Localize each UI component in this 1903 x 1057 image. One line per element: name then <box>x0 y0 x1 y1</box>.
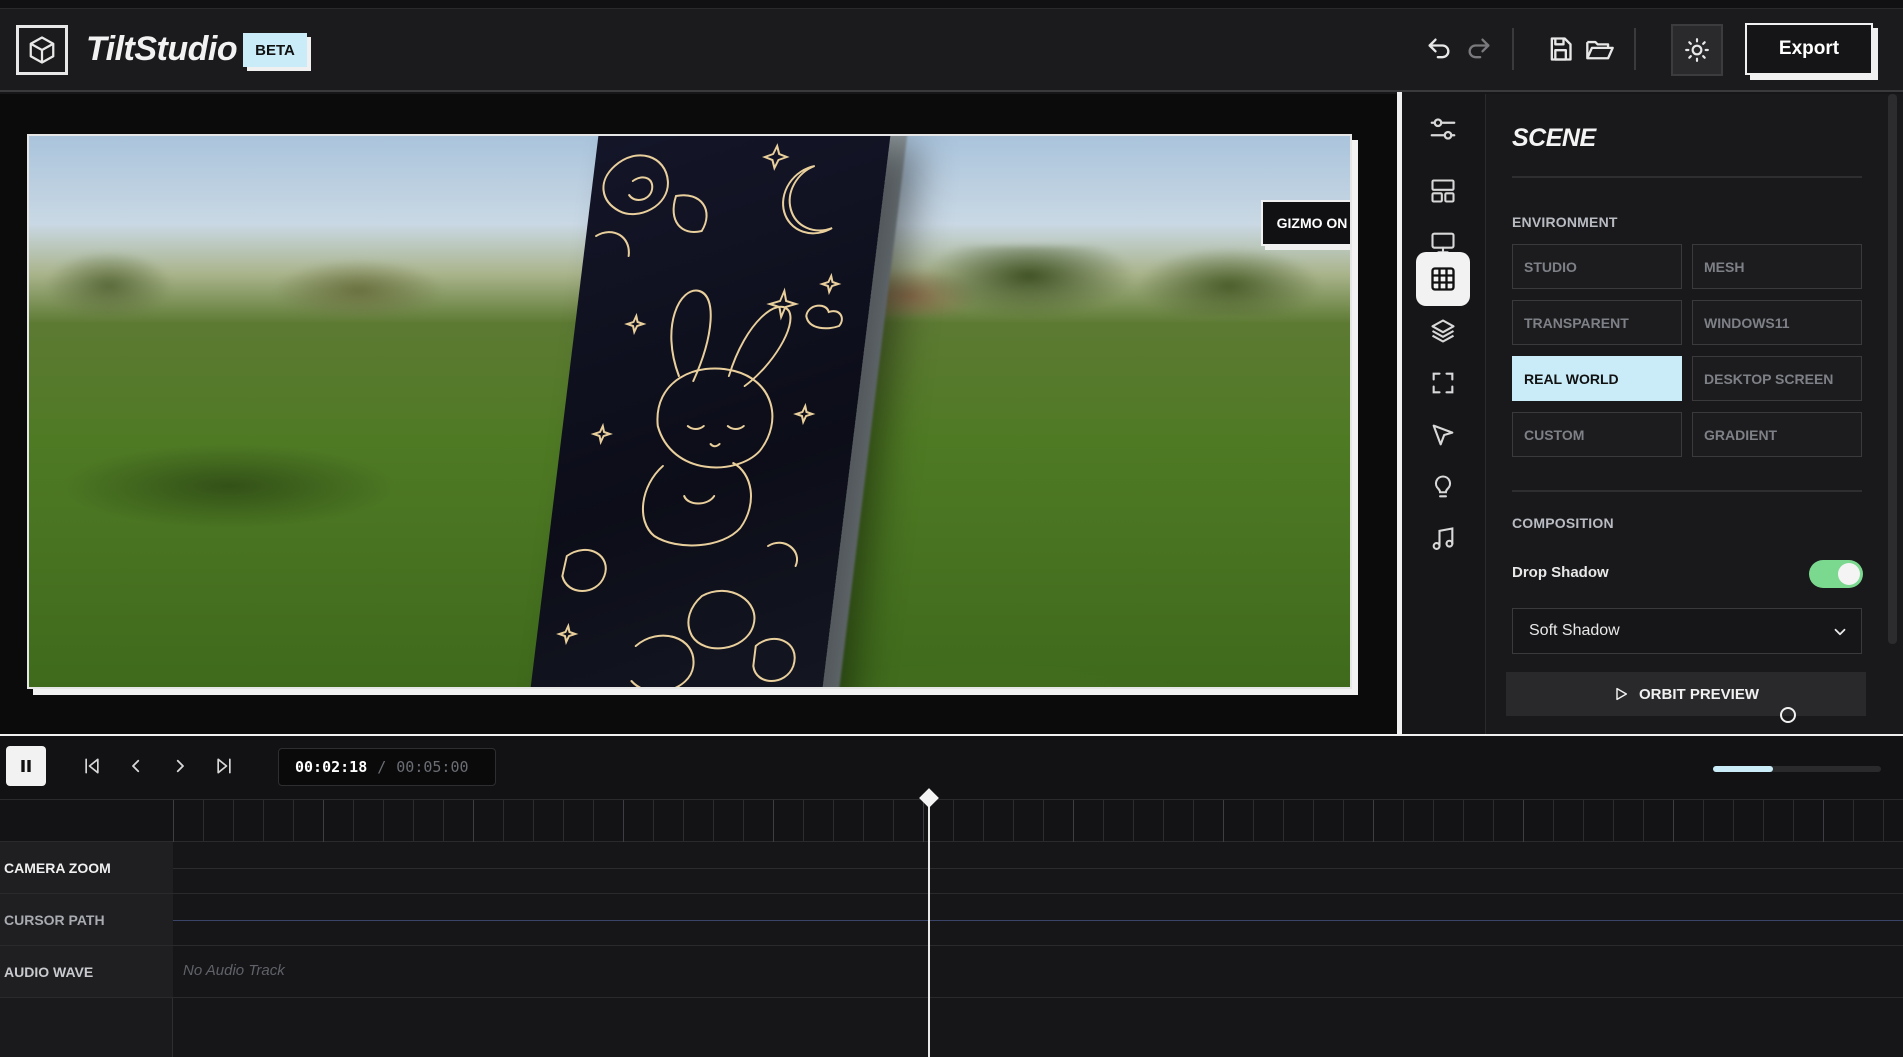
track-label-column: CAMERA ZOOM CURSOR PATH AUDIO WAVE <box>0 800 173 1057</box>
scene-panel: SCENE ENVIRONMENT STUDIO MESH TRANSPAREN… <box>1486 94 1903 734</box>
drop-shadow-toggle[interactable] <box>1809 560 1863 588</box>
track-label-camera-zoom[interactable]: CAMERA ZOOM <box>0 842 173 894</box>
orbit-preview-label: ORBIT PREVIEW <box>1638 685 1759 703</box>
toggle-knob <box>1838 563 1860 585</box>
track-audio-wave[interactable]: No Audio Track <box>173 946 1903 998</box>
sun-icon <box>1685 38 1709 62</box>
play-icon <box>1616 687 1628 701</box>
tilted-phone-mockup[interactable] <box>528 136 910 687</box>
pause-button[interactable] <box>6 746 46 786</box>
panel-divider <box>1512 490 1862 492</box>
toolbar-divider <box>1634 28 1636 70</box>
scene-preview[interactable]: GIZMO ON <box>27 134 1352 689</box>
step-forward-icon[interactable] <box>166 752 194 780</box>
env-option-mesh[interactable]: MESH <box>1692 244 1862 289</box>
zoom-slider-fill <box>1713 766 1774 772</box>
playhead[interactable] <box>928 800 930 1057</box>
env-option-studio[interactable]: STUDIO <box>1512 244 1682 289</box>
layers-icon[interactable] <box>1416 304 1470 358</box>
track-camera-zoom[interactable] <box>173 842 1903 894</box>
track-label-cursor-path[interactable]: CURSOR PATH <box>0 894 173 946</box>
app-title: TiltStudio <box>86 30 238 68</box>
redo-icon[interactable] <box>1462 32 1496 66</box>
time-separator: / <box>377 758 387 776</box>
grid-icon[interactable] <box>1416 252 1470 306</box>
track-center-line <box>173 868 1903 869</box>
current-time: 00:02:18 <box>295 758 368 776</box>
canvas-area[interactable]: GIZMO ON <box>0 94 1397 734</box>
env-option-custom[interactable]: CUSTOM <box>1512 412 1682 457</box>
layout-icon[interactable] <box>1416 164 1470 218</box>
undo-icon[interactable] <box>1422 32 1456 66</box>
frame-icon[interactable] <box>1416 356 1470 410</box>
transport-bar: 00:02:18 / 00:05:00 <box>0 736 1903 800</box>
theme-toggle-button[interactable] <box>1671 24 1723 76</box>
cursor-icon[interactable] <box>1416 408 1470 462</box>
timeline[interactable]: CAMERA ZOOM CURSOR PATH AUDIO WAVE No Au… <box>0 800 1903 1057</box>
time-ruler-major-ticks <box>173 800 1903 842</box>
skip-to-end-icon[interactable] <box>210 752 238 780</box>
env-option-desktop-screen[interactable]: DESKTOP SCREEN <box>1692 356 1862 401</box>
timecode-display: 00:02:18 / 00:05:00 <box>278 748 496 786</box>
sidebar-rail <box>1402 94 1486 734</box>
export-button[interactable]: Export <box>1745 23 1873 75</box>
env-option-transparent[interactable]: TRANSPARENT <box>1512 300 1682 345</box>
env-option-gradient[interactable]: GRADIENT <box>1692 412 1862 457</box>
env-option-windows11[interactable]: WINDOWS11 <box>1692 300 1862 345</box>
panel-title: SCENE <box>1512 124 1596 152</box>
env-option-real-world[interactable]: REAL WORLD <box>1512 356 1682 401</box>
ruler-corner <box>0 800 173 842</box>
no-audio-placeholder: No Audio Track <box>183 962 285 979</box>
skip-to-start-icon[interactable] <box>78 752 106 780</box>
composition-label: COMPOSITION <box>1512 515 1614 531</box>
music-icon[interactable] <box>1416 512 1470 566</box>
bulb-icon[interactable] <box>1416 460 1470 514</box>
timeline-zoom-slider[interactable] <box>1713 766 1881 772</box>
step-back-icon[interactable] <box>122 752 150 780</box>
toolbar-divider <box>1512 28 1514 70</box>
cursor-path-line <box>173 920 1903 921</box>
total-time: 00:05:00 <box>396 758 469 776</box>
mouse-cursor-indicator <box>1780 707 1796 723</box>
panel-scrollbar[interactable] <box>1888 94 1897 644</box>
panel-divider <box>1512 176 1862 178</box>
gizmo-toggle-button[interactable]: GIZMO ON <box>1261 200 1350 246</box>
environment-label: ENVIRONMENT <box>1512 214 1618 230</box>
chevron-down-icon <box>1834 628 1846 636</box>
pause-icon <box>21 760 31 772</box>
shadow-style-value: Soft Shadow <box>1529 622 1620 639</box>
open-folder-icon[interactable] <box>1583 32 1617 66</box>
top-bar: TiltStudio BETA Export <box>0 0 1903 92</box>
drop-shadow-label: Drop Shadow <box>1512 564 1609 581</box>
orbit-preview-button[interactable]: ORBIT PREVIEW <box>1506 672 1866 716</box>
beta-badge: BETA <box>243 33 307 67</box>
track-cursor-path[interactable] <box>173 894 1903 946</box>
track-label-audio-wave[interactable]: AUDIO WAVE <box>0 946 173 998</box>
adjustments-icon[interactable] <box>1416 102 1470 156</box>
cube-logo-icon[interactable] <box>16 25 68 75</box>
shadow-style-select[interactable]: Soft Shadow <box>1512 608 1862 654</box>
save-icon[interactable] <box>1543 32 1577 66</box>
window-top-edge <box>0 0 1903 9</box>
